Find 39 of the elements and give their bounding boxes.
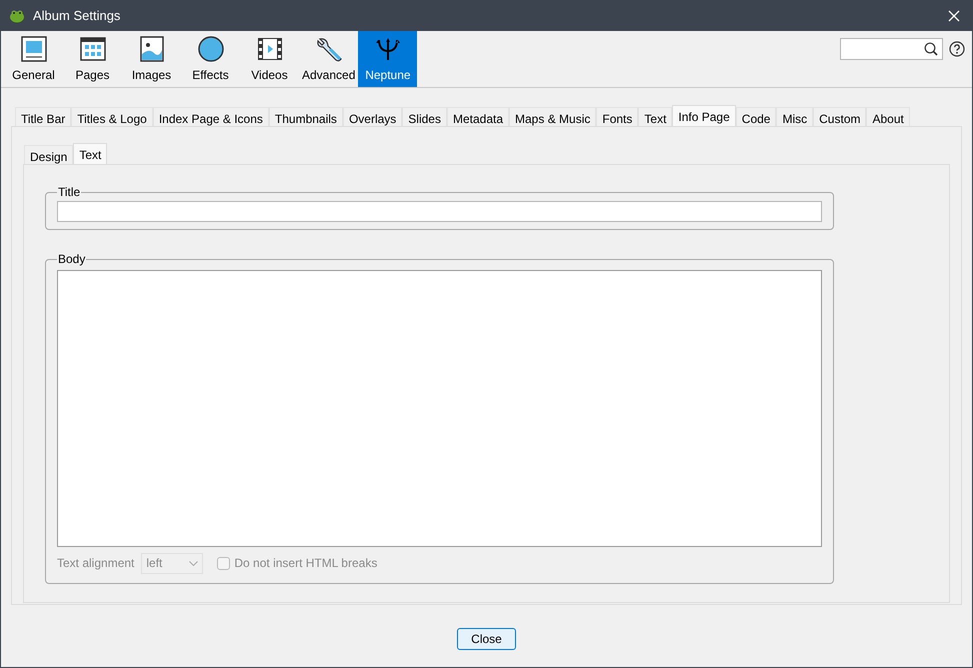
- tab[interactable]: Misc: [776, 107, 814, 126]
- circle-icon: [196, 34, 226, 64]
- tab[interactable]: Maps & Music: [509, 107, 596, 126]
- alignment-label: Text alignment: [57, 555, 134, 572]
- tab[interactable]: Slides: [402, 107, 447, 126]
- frog-logo-icon: [9, 8, 25, 24]
- close-button[interactable]: Close: [457, 628, 516, 650]
- group-legend: Title: [57, 183, 82, 201]
- toolbar-button[interactable]: Effects: [181, 31, 240, 87]
- tab[interactable]: Code: [736, 107, 776, 126]
- caret-icon: [189, 560, 198, 566]
- tab[interactable]: Info Page: [672, 105, 736, 126]
- help-icon[interactable]: [949, 41, 965, 57]
- toolbar-button[interactable]: Advanced: [299, 31, 358, 87]
- title-input[interactable]: [57, 201, 822, 222]
- window-title: Album Settings: [33, 6, 120, 25]
- toolbar-button[interactable]: Images: [122, 31, 181, 87]
- group-legend: Body: [57, 250, 86, 268]
- tab[interactable]: Overlays: [342, 107, 402, 126]
- checkbox-label: Do not insert HTML breaks: [234, 555, 378, 572]
- tab[interactable]: Text: [73, 143, 108, 164]
- tab[interactable]: Design: [24, 145, 74, 164]
- close-icon[interactable]: [948, 10, 960, 22]
- toolbar-button[interactable]: Videos: [240, 31, 299, 87]
- search-field[interactable]: [840, 38, 943, 60]
- toolbar-button[interactable]: Neptune: [358, 31, 418, 87]
- tab[interactable]: Index Page & Icons: [152, 107, 269, 126]
- monitor-icon: [18, 34, 48, 64]
- tab[interactable]: Custom: [813, 107, 866, 126]
- tab[interactable]: Titles & Logo: [71, 107, 153, 126]
- tab[interactable]: About: [866, 107, 910, 126]
- tab[interactable]: Thumbnails: [268, 107, 343, 126]
- toolbar-button[interactable]: Pages: [63, 31, 122, 87]
- tab[interactable]: Text: [638, 107, 672, 126]
- tab[interactable]: Fonts: [596, 107, 638, 126]
- tab[interactable]: Metadata: [446, 107, 510, 126]
- tab[interactable]: Title Bar: [15, 107, 72, 126]
- search-icon: [924, 42, 938, 56]
- toolbar-button[interactable]: General: [4, 31, 63, 87]
